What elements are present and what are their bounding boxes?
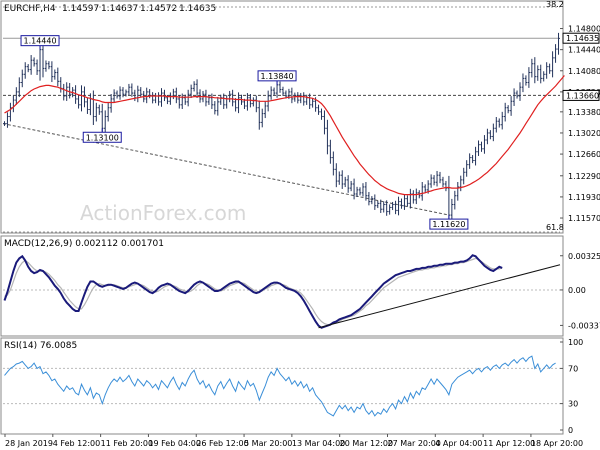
ohlc-high: 1.14637 — [101, 4, 138, 14]
fib-bottom-label: 61.8 — [546, 223, 564, 232]
x-tick-label: 4 Feb 12:00 — [53, 439, 100, 448]
rsi-tick-label: 0 — [568, 426, 573, 435]
rsi-tick-label: 30 — [568, 400, 578, 409]
macd-line — [3, 254, 503, 329]
price-annotation: 1.13100 — [82, 128, 122, 143]
price-tag-label: 1.14635 — [566, 34, 599, 43]
macd-tick-label: -0.003373 — [568, 321, 600, 330]
price-annotation: 1.11620 — [429, 215, 469, 230]
price-tag-label: 1.13660 — [566, 91, 599, 100]
x-tick-label: 20 Mar 12:00 — [340, 439, 393, 448]
x-tick-label: 18 Apr 20:00 — [531, 439, 583, 448]
rsi-panel: RSI(14) 76.0085 100 70 30 0 — [0, 337, 583, 435]
ohlc-close: 1.14635 — [179, 4, 216, 14]
price-tick-label: 1.12660 — [568, 150, 600, 159]
price-panel-frame — [0, 0, 564, 234]
x-tick-label: 4 Apr 04:00 — [435, 439, 482, 448]
x-tick-label: 19 Feb 04:00 — [148, 439, 200, 448]
x-tick-label: 11 Apr 12:00 — [483, 439, 535, 448]
rsi-label: RSI(14) 76.0085 — [4, 341, 77, 351]
rsi-panel-frame — [0, 337, 564, 435]
macd-tick-label: 0.00 — [568, 286, 586, 295]
x-tick-label: 13 Mar 04:00 — [292, 439, 345, 448]
x-tick-label: 27 Mar 20:00 — [387, 439, 440, 448]
price-annotation: 1.14440 — [20, 35, 60, 50]
macd-tick-label: 0.003253 — [568, 252, 600, 261]
x-tick-label: 28 Jan 2019 — [5, 439, 53, 448]
price-tick-label: 1.13020 — [568, 129, 600, 138]
chart-title: EURCHF,H4 — [4, 4, 56, 14]
price-tick-label: 1.14080 — [568, 67, 600, 76]
forex-chart: ActionForex.com EURCHF,H4 1.14597 1.1463… — [0, 0, 600, 448]
price-tick-label: 1.11930 — [568, 193, 600, 202]
fib-top-label: 38.2 — [546, 0, 564, 9]
rsi-tick-label: 70 — [568, 364, 578, 373]
price-axis: 1.148001.144401.140801.137201.133801.130… — [560, 25, 600, 223]
macd-panel: MACD(12,26,9) 0.002112 0.001701 0.003253… — [0, 235, 600, 337]
price-tick-label: 1.14800 — [568, 25, 600, 34]
x-axis: 28 Jan 2019 4 Feb 12:00 11 Feb 20:0019 Feb… — [4, 434, 583, 448]
price-tick-label: 1.14440 — [568, 46, 600, 55]
rsi-axis: 100 70 30 0 — [3, 338, 583, 435]
x-tick-label: 11 Feb 20:00 — [101, 439, 153, 448]
ohlc-low: 1.14572 — [140, 4, 177, 14]
annotation-label: 1.13100 — [86, 133, 119, 142]
price-tick-label: 1.11570 — [568, 214, 600, 223]
price-tick-label: 1.13380 — [568, 108, 600, 117]
x-tick-label: 26 Feb 12:00 — [196, 439, 248, 448]
rsi-tick-label: 100 — [568, 338, 583, 347]
annotation-label: 1.11620 — [432, 220, 465, 229]
macd-axis: 0.003253 0.00 -0.003373 — [3, 252, 600, 330]
macd-trendline — [318, 264, 561, 329]
price-tick-label: 1.12290 — [568, 172, 600, 181]
price-annotation: 1.13840 — [257, 70, 297, 85]
price-panel: ActionForex.com EURCHF,H4 1.14597 1.1463… — [0, 0, 600, 234]
watermark: ActionForex.com — [80, 201, 246, 225]
x-tick-label: 5 Mar 20:00 — [244, 439, 292, 448]
annotation-label: 1.13840 — [261, 72, 294, 81]
ohlc-open: 1.14597 — [62, 4, 99, 14]
macd-label: MACD(12,26,9) 0.002112 0.001701 — [4, 239, 164, 249]
rsi-line — [4, 355, 556, 417]
annotation-label: 1.14440 — [23, 37, 56, 46]
price-bars — [3, 32, 560, 228]
